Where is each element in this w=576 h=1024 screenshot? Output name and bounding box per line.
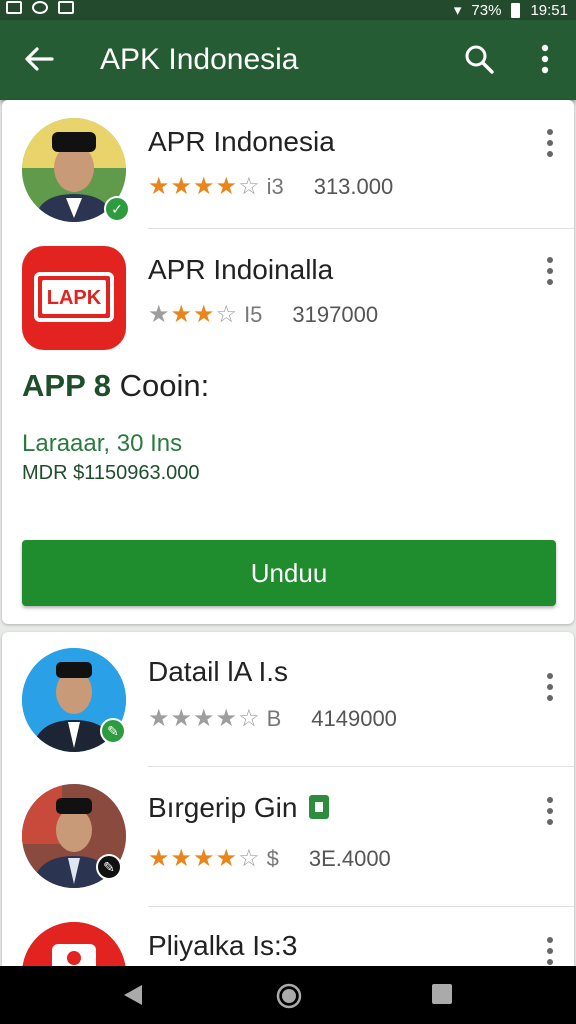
list-item-app-2[interactable]: LAPK APR Indoinalla ★★★☆ I5 3197000 bbox=[2, 242, 574, 366]
more-vert-icon[interactable] bbox=[540, 794, 560, 828]
divider bbox=[148, 766, 574, 767]
star-rating-icon: ★★★☆ bbox=[148, 301, 239, 328]
app-rating: ★★★☆ I5 3197000 bbox=[148, 300, 378, 329]
promo-price: MDR $1150963.000 bbox=[22, 462, 200, 484]
more-vert-icon[interactable] bbox=[540, 934, 560, 968]
list-item-app-1[interactable]: ✓ APR Indonesia ★★★★☆ i3 313.000 bbox=[2, 114, 574, 238]
more-vert-icon[interactable] bbox=[540, 254, 560, 288]
download-count: 3E.4000 bbox=[308, 845, 391, 871]
notification-icon-2 bbox=[32, 1, 48, 14]
app-title: Bırgerip Gin bbox=[148, 792, 330, 824]
star-rating-icon: ★★★★☆ bbox=[148, 845, 261, 872]
system-nav-bar bbox=[0, 966, 576, 1024]
app-icon-label: LAPK bbox=[47, 287, 102, 309]
app-rating: ★★★★☆ B 4149000 bbox=[148, 704, 397, 733]
app-list-card: ✎ Datail lA I.s ★★★★☆ B 4149000 ✎ Bırger… bbox=[2, 632, 574, 972]
promo-subtitle: Laraaar, 30 Ins bbox=[22, 430, 183, 457]
edit-badge-icon: ✎ bbox=[96, 854, 122, 880]
download-button[interactable]: Unduu bbox=[22, 540, 556, 606]
wifi-icon: ▾ bbox=[453, 2, 462, 19]
arrow-left-icon[interactable] bbox=[22, 42, 56, 76]
nav-back-icon[interactable] bbox=[120, 982, 146, 1008]
app-icon bbox=[22, 922, 126, 972]
search-icon[interactable] bbox=[462, 42, 496, 76]
notification-icon-3 bbox=[58, 1, 74, 14]
app-title: APR Indonesia bbox=[148, 126, 335, 157]
app-icon-lapk: LAPK bbox=[22, 246, 126, 350]
download-count: 313.000 bbox=[313, 173, 394, 199]
app-title: Pliyalka Is:3 bbox=[148, 930, 298, 961]
battery-percent: 73% bbox=[471, 1, 502, 19]
list-item-app-3[interactable]: ✎ Datail lA I.s ★★★★☆ B 4149000 bbox=[2, 644, 574, 768]
rating-value: i3 bbox=[266, 173, 284, 199]
star-rating-icon: ★★★★☆ bbox=[148, 173, 261, 200]
clock: 19:51 bbox=[530, 1, 568, 19]
promo-title-bold: APP 8 bbox=[22, 368, 112, 403]
shield-icon bbox=[309, 795, 330, 819]
app-bar: APK Indonesia bbox=[0, 20, 576, 100]
promo-title: APP 8 Cooin: bbox=[22, 368, 209, 404]
divider bbox=[148, 228, 574, 229]
more-vert-icon[interactable] bbox=[540, 670, 560, 704]
status-bar: ▾ 73% 19:51 bbox=[0, 0, 576, 20]
nav-home-icon[interactable] bbox=[275, 982, 303, 1010]
download-count: 3197000 bbox=[292, 301, 379, 327]
check-badge-icon: ✎ bbox=[100, 718, 126, 744]
featured-card: ✓ APR Indonesia ★★★★☆ i3 313.000 LAPK AP… bbox=[2, 100, 574, 624]
app-title: APR Indoinalla bbox=[148, 254, 334, 285]
rating-value: B bbox=[266, 705, 282, 731]
rating-value: $ bbox=[266, 845, 279, 871]
list-item-app-5[interactable]: Pliyalka Is:3 bbox=[2, 920, 574, 972]
page-title: APK Indonesia bbox=[100, 43, 299, 76]
divider bbox=[148, 906, 574, 907]
app-title-text: Bırgerip Gin bbox=[148, 792, 298, 823]
notification-icon bbox=[6, 1, 22, 14]
list-item-app-4[interactable]: ✎ Bırgerip Gin ★★★★☆ $ 3E.4000 bbox=[2, 780, 574, 904]
app-rating: ★★★★☆ $ 3E.4000 bbox=[148, 844, 391, 873]
rating-value: I5 bbox=[244, 301, 263, 327]
more-vert-icon[interactable] bbox=[540, 126, 560, 160]
nav-recents-icon[interactable] bbox=[430, 982, 454, 1006]
app-rating: ★★★★☆ i3 313.000 bbox=[148, 172, 393, 201]
download-count: 4149000 bbox=[311, 705, 397, 731]
promo-title-rest: Cooin: bbox=[119, 368, 210, 403]
app-title: Datail lA I.s bbox=[148, 656, 289, 687]
battery-icon bbox=[511, 2, 521, 18]
verified-badge-icon: ✓ bbox=[104, 196, 130, 222]
more-vert-icon[interactable] bbox=[530, 42, 560, 76]
star-rating-icon: ★★★★☆ bbox=[148, 705, 261, 732]
